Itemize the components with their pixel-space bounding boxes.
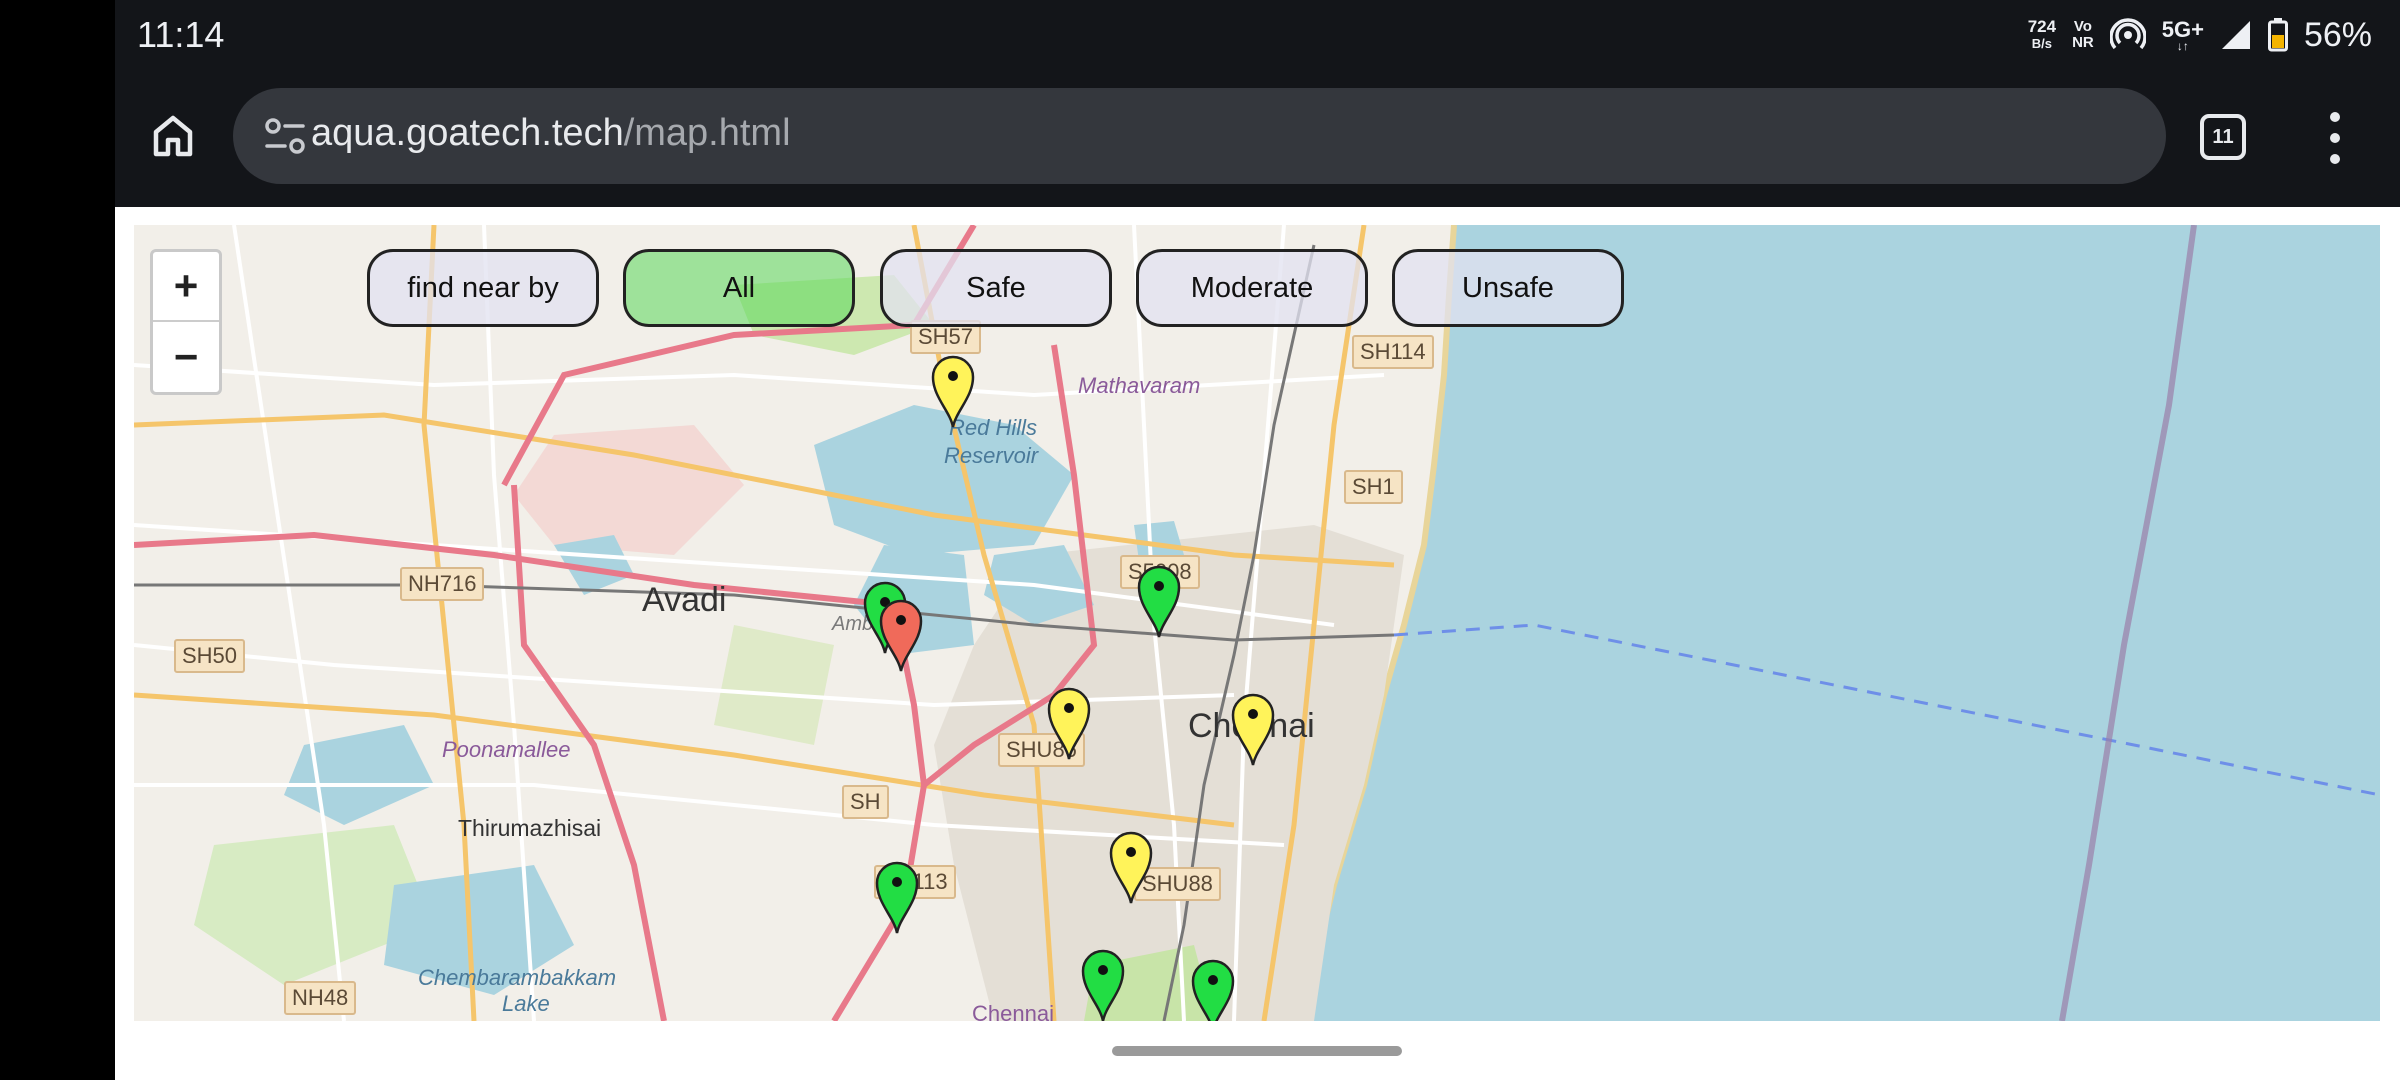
road-shield-nh48: NH48 (284, 981, 357, 1015)
filter-moderate-button[interactable]: Moderate (1136, 249, 1368, 327)
find-nearby-button[interactable]: find near by (367, 249, 599, 327)
filter-safe-button[interactable]: Safe (880, 249, 1112, 327)
clock: 11:14 (137, 14, 225, 55)
url-text[interactable]: aqua.goatech.tech/map.html (311, 112, 791, 155)
place-label-mathavaram: Mathavaram (1078, 373, 1201, 398)
browser-toolbar: aqua.goatech.tech/map.html 11 (115, 70, 2400, 207)
road-shield-sh114: SH114 (1352, 335, 1434, 369)
map-marker-moderate[interactable] (1046, 685, 1092, 761)
road-shield-sh-partial: SH (842, 785, 889, 819)
map-marker-unsafe[interactable] (878, 597, 924, 673)
phone-screen: 11:14 724 B/s Vo NR 5G+ ↓↑ 56% aqua.goat… (115, 0, 2400, 1080)
zoom-control: + − (150, 249, 222, 395)
battery-icon (2267, 18, 2288, 52)
road-shield-sh50: SH50 (174, 639, 246, 673)
gesture-navigation-bar[interactable] (1112, 1046, 1402, 1056)
network-speed-value: 724 (2027, 17, 2057, 36)
map-marker-safe[interactable] (1136, 563, 1182, 639)
filter-all-button[interactable]: All (623, 249, 855, 327)
map-tiles[interactable] (134, 225, 2380, 1021)
network-speed: 724 B/s (2028, 18, 2056, 52)
map-marker-moderate[interactable] (930, 353, 976, 429)
network-speed-unit: B/s (2031, 36, 2052, 51)
status-bar: 11:14 724 B/s Vo NR 5G+ ↓↑ 56% (115, 0, 2400, 70)
network-type-label: 5G+ (2161, 17, 2204, 42)
place-label-poonamallee: Poonamallee (442, 737, 571, 762)
road-shield-sh1: SH1 (1344, 470, 1403, 504)
home-icon (153, 115, 193, 157)
home-button[interactable] (145, 107, 201, 163)
volte-bottom: NR (2072, 34, 2094, 51)
signal-icon (2221, 21, 2250, 49)
network-type: 5G+ ↓↑ (2161, 17, 2204, 53)
battery-percent: 56% (2303, 15, 2372, 54)
map-view[interactable]: Avadi Chennai Mathavaram Red Hills Reser… (134, 225, 2380, 1021)
map-marker-moderate[interactable] (1108, 829, 1154, 905)
map-marker-safe[interactable] (1190, 957, 1236, 1021)
place-label-chennai-bottom: Chennai (972, 1001, 1054, 1021)
map-marker-safe[interactable] (1080, 947, 1126, 1021)
tab-switcher-button[interactable]: 11 (2200, 114, 2246, 160)
place-label-reservoir: Reservoir (944, 443, 1039, 468)
place-label-avadi: Avadi (642, 581, 727, 619)
site-settings-icon[interactable] (263, 114, 307, 158)
filter-unsafe-button[interactable]: Unsafe (1392, 249, 1624, 327)
volte-icon: Vo NR (2072, 19, 2094, 51)
road-shield-nh716: NH716 (400, 567, 485, 601)
url-path: /map.html (623, 112, 791, 154)
volte-top: Vo (2073, 18, 2092, 35)
map-marker-moderate[interactable] (1230, 691, 1276, 767)
status-icons: 724 B/s Vo NR 5G+ ↓↑ 56% (2028, 10, 2372, 60)
url-domain: aqua.goatech.tech (311, 112, 624, 154)
place-label-thirumazhisai: Thirumazhisai (458, 815, 602, 841)
zoom-in-button[interactable]: + (153, 252, 219, 322)
data-arrows-icon: ↓↑ (2176, 39, 2189, 53)
place-label-lake: Lake (502, 991, 550, 1016)
zoom-out-button[interactable]: − (153, 322, 219, 392)
more-options-icon[interactable] (2320, 112, 2350, 164)
hotspot-icon (2109, 18, 2146, 50)
map-marker-safe[interactable] (874, 859, 920, 935)
place-label-chembarambakkam: Chembarambakkam (418, 965, 617, 990)
